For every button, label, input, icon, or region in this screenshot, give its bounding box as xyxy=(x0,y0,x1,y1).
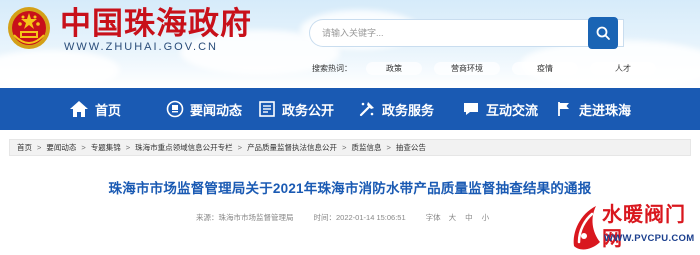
hot-search-item[interactable]: 人才 xyxy=(590,61,656,75)
nav-item-about-zhuhai[interactable]: 走进珠海 xyxy=(555,88,631,130)
font-size-label: 字体 xyxy=(425,213,441,222)
nav-item-label: 走进珠海 xyxy=(579,102,632,118)
watermark-logo-icon xyxy=(573,206,600,250)
nav-item-interact[interactable]: 互动交流 xyxy=(462,88,538,130)
nav-item-news[interactable]: 要闻动态 xyxy=(166,88,242,130)
font-size-large-button[interactable]: 大 xyxy=(449,212,457,223)
article-meta: 来源：珠海市市场监督管理局 时间：2022-01-14 15:06:51 字体 … xyxy=(196,212,498,223)
search-input[interactable] xyxy=(310,20,623,46)
service-icon xyxy=(359,102,374,117)
breadcrumb-item[interactable]: 要闻动态 xyxy=(46,142,76,153)
article-time: 时间：2022-01-14 15:06:51 xyxy=(313,213,406,222)
breadcrumb-separator: > xyxy=(342,143,347,152)
nav-item-label: 政务公开 xyxy=(282,102,335,118)
site-domain: WWW.ZHUHAI.GOV.CN xyxy=(64,41,218,53)
watermark-url: WWW.PVCPU.COM xyxy=(604,233,695,244)
breadcrumb-separator: > xyxy=(237,143,243,152)
font-size-medium-button[interactable]: 中 xyxy=(465,212,473,223)
breadcrumb-item[interactable]: 珠海市重点领域信息公开专栏 xyxy=(135,142,233,153)
hot-search-item[interactable]: 疫情 xyxy=(512,61,578,75)
nav-item-label: 要闻动态 xyxy=(190,102,243,118)
news-icon xyxy=(166,100,184,118)
hot-search-label: 搜索热词： xyxy=(312,63,352,73)
search-icon xyxy=(596,26,610,40)
breadcrumb-item[interactable]: 质监信息 xyxy=(351,142,381,153)
article-title: 珠海市市场监督管理局关于2021年珠海市消防水带产品质量监督抽查结果的通报 xyxy=(108,181,592,196)
national-emblem-icon xyxy=(8,7,50,49)
chat-icon xyxy=(464,103,478,115)
breadcrumb-item[interactable]: 产品质量监督执法信息公开 xyxy=(247,142,337,153)
hot-search-row: 搜索热词： 政策 营商环境 疫情 人才 xyxy=(312,61,668,75)
breadcrumb-separator: > xyxy=(386,143,391,152)
breadcrumb-item[interactable]: 首页 xyxy=(17,142,32,153)
breadcrumb-item[interactable]: 专题集锦 xyxy=(91,142,121,153)
breadcrumb-separator: > xyxy=(37,143,42,152)
search-box xyxy=(310,20,623,46)
hot-search-item[interactable]: 营商环境 xyxy=(434,61,500,75)
search-button[interactable] xyxy=(588,17,618,49)
hot-search-item[interactable]: 政策 xyxy=(366,61,422,75)
nav-item-service[interactable]: 政务服务 xyxy=(358,88,434,130)
gov-open-icon xyxy=(259,101,275,117)
article-source: 来源：珠海市市场监督管理局 xyxy=(196,213,294,222)
breadcrumb-separator: > xyxy=(125,143,131,152)
nav-item-home[interactable]: 首页 xyxy=(69,88,121,130)
nav-item-label: 政务服务 xyxy=(382,102,435,118)
watermark: 水暖阀门网 WWW.PVCPU.COM xyxy=(568,200,700,255)
breadcrumb-item-current[interactable]: 抽查公告 xyxy=(396,142,426,153)
nav-item-gov-open[interactable]: 政务公开 xyxy=(258,88,334,130)
nav-item-label: 首页 xyxy=(95,102,122,118)
home-icon xyxy=(70,101,88,117)
nav-item-label: 互动交流 xyxy=(486,102,539,118)
header-banner: 中国珠海政府 WWW.ZHUHAI.GOV.CN 搜索热词： 政策 营商环境 疫… xyxy=(0,0,700,88)
font-size-small-button[interactable]: 小 xyxy=(482,212,490,223)
flag-icon xyxy=(558,102,569,116)
cloud-decoration xyxy=(0,50,120,88)
breadcrumb: 首页 > 要闻动态 > 专题集锦 > 珠海市重点领域信息公开专栏 > 产品质量监… xyxy=(9,139,691,156)
site-title[interactable]: 中国珠海政府 xyxy=(60,6,252,42)
breadcrumb-separator: > xyxy=(81,143,86,152)
main-nav: 首页 要闻动态 政务公开 政务服务 互动交流 走进珠海 xyxy=(0,88,700,130)
